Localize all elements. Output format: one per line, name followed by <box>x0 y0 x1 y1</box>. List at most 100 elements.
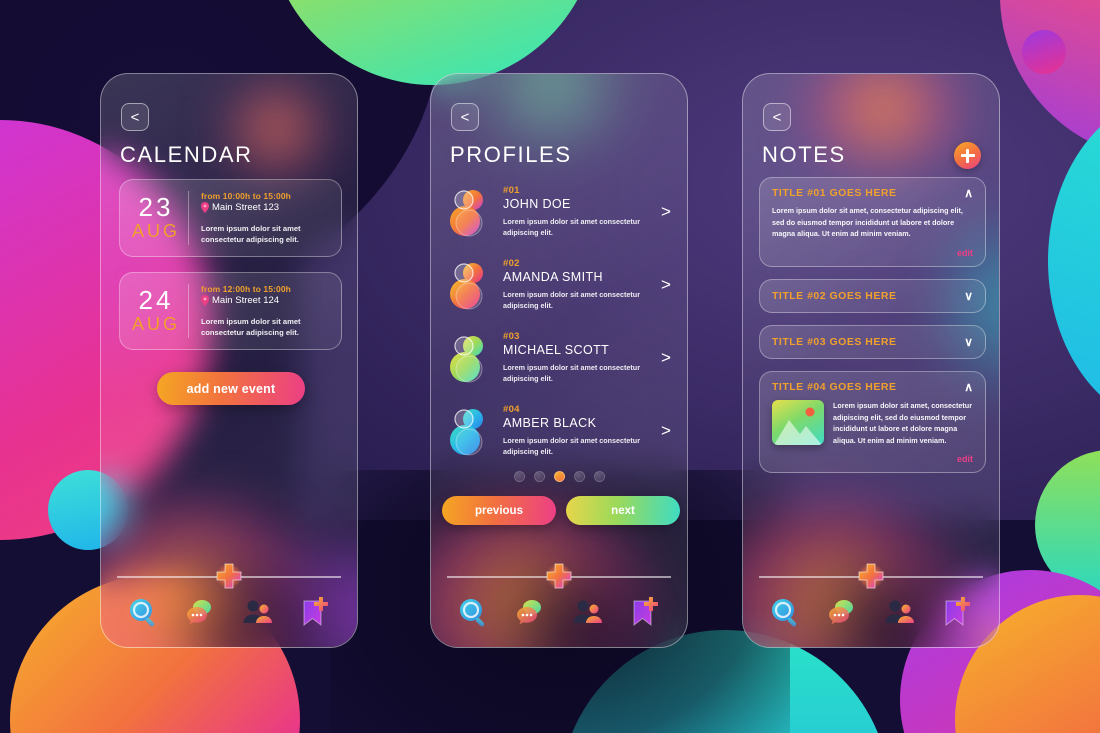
plus-icon <box>858 563 884 589</box>
back-button-notes[interactable]: < <box>763 103 791 131</box>
pagination-dot[interactable] <box>533 471 545 482</box>
profile-description: Lorem ipsum dolor sit amet consectetur a… <box>503 436 640 456</box>
nav-chat-button[interactable] <box>824 594 862 632</box>
back-chevron-icon: < <box>772 108 782 126</box>
nav-center-plus-button[interactable] <box>853 558 889 594</box>
event-details: from 12:00h to 15:00h Main Street 124 Lo… <box>189 284 341 338</box>
location-pin-icon <box>201 202 209 213</box>
event-card[interactable]: 24 AUG from 12:00h to 15:00h Main Street… <box>119 272 342 350</box>
event-card[interactable]: 23 AUG from 10:00h to 15:00h Main Street… <box>119 179 342 257</box>
note-edit-link[interactable]: edit <box>772 248 973 258</box>
bottom-navigation <box>431 594 687 632</box>
chat-bubbles-icon <box>186 600 211 625</box>
location-pin-icon <box>201 295 209 306</box>
nav-search-button[interactable] <box>767 594 805 632</box>
profile-row[interactable]: #03 MICHAEL SCOTT Lorem ipsum dolor sit … <box>445 322 677 394</box>
event-location-text: Main Street 124 <box>212 295 280 306</box>
nav-chat-button[interactable] <box>512 594 550 632</box>
bookmark-add-icon <box>945 597 970 627</box>
nav-users-button[interactable] <box>569 594 607 632</box>
nav-users-button[interactable] <box>239 594 277 632</box>
profile-chevron-right-icon[interactable]: > <box>655 421 677 441</box>
event-date: 24 AUG <box>120 287 188 336</box>
profile-row[interactable]: #01 JOHN DOE Lorem ipsum dolor sit amet … <box>445 176 677 248</box>
chevron-up-icon[interactable]: ∧ <box>964 381 973 393</box>
avatar <box>445 333 495 383</box>
profile-row[interactable]: #04 AMBER BLACK Lorem ipsum dolor sit am… <box>445 395 677 467</box>
profile-info: #03 MICHAEL SCOTT Lorem ipsum dolor sit … <box>495 331 655 385</box>
note-header: TITLE #04 GOES HERE ∧ <box>772 381 973 393</box>
pagination-dot[interactable] <box>593 471 605 482</box>
note-body: Lorem ipsum dolor sit amet, consectetur … <box>772 206 963 239</box>
profile-description: Lorem ipsum dolor sit amet consectetur a… <box>503 363 640 383</box>
profile-description: Lorem ipsum dolor sit amet consectetur a… <box>503 217 640 237</box>
back-button-calendar[interactable]: < <box>121 103 149 131</box>
event-month: AUG <box>131 220 180 241</box>
note-title: TITLE #01 GOES HERE <box>772 187 897 199</box>
person-avatar-icon <box>450 263 483 310</box>
note-header: TITLE #03 GOES HERE ∨ <box>772 336 973 348</box>
profile-chevron-right-icon[interactable]: > <box>655 275 677 295</box>
chevron-down-icon[interactable]: ∨ <box>964 290 973 302</box>
bg-circle-small-magenta <box>1022 30 1066 74</box>
nav-search-button[interactable] <box>125 594 163 632</box>
users-icon <box>573 600 602 623</box>
person-avatar-icon <box>450 336 483 383</box>
pagination-dots <box>431 471 687 482</box>
pagination-dot-active[interactable] <box>553 471 565 482</box>
app-mockup-stage: < CALENDAR 23 AUG from 10:00h to 15:00h <box>0 0 1100 733</box>
event-location-text: Main Street 123 <box>212 202 280 213</box>
bottom-navigation <box>743 594 999 632</box>
event-day: 24 <box>138 284 174 315</box>
profile-chevron-right-icon[interactable]: > <box>655 202 677 222</box>
nav-search-button[interactable] <box>455 594 493 632</box>
chevron-down-icon[interactable]: ∨ <box>964 336 973 348</box>
bookmark-add-icon <box>303 597 328 627</box>
avatar <box>445 260 495 310</box>
profile-row[interactable]: #02 AMANDA SMITH Lorem ipsum dolor sit a… <box>445 249 677 321</box>
bookmark-add-icon <box>633 597 658 627</box>
note-card[interactable]: TITLE #01 GOES HERE ∧ Lorem ipsum dolor … <box>759 177 986 267</box>
note-card[interactable]: TITLE #03 GOES HERE ∨ <box>759 325 986 359</box>
notes-panel: < NOTES TITLE #01 GOES HERE ∧ Lorem ipsu… <box>742 73 1000 648</box>
chevron-up-icon[interactable]: ∧ <box>964 187 973 199</box>
note-card[interactable]: TITLE #02 GOES HERE ∨ <box>759 279 986 313</box>
profiles-panel: < PROFILES #01 JOHN DOE Lorem ipsum dolo… <box>430 73 688 648</box>
event-description: Lorem ipsum dolor sit amet consectetur a… <box>201 317 301 337</box>
back-button-profiles[interactable]: < <box>451 103 479 131</box>
plus-icon <box>216 563 242 589</box>
nav-center-plus-button[interactable] <box>211 558 247 594</box>
note-card[interactable]: TITLE #04 GOES HERE ∧ Lorem ipsum dolor … <box>759 371 986 474</box>
nav-center-plus-button[interactable] <box>541 558 577 594</box>
event-location: Main Street 123 <box>201 202 341 213</box>
page-title-notes: NOTES <box>762 142 846 167</box>
chat-bubbles-icon <box>828 600 853 625</box>
nav-bookmark-add-button[interactable] <box>296 594 334 632</box>
image-placeholder-icon <box>774 407 822 445</box>
note-title: TITLE #03 GOES HERE <box>772 336 897 348</box>
note-edit-link[interactable]: edit <box>772 454 973 464</box>
event-day: 23 <box>138 191 174 222</box>
add-note-button[interactable] <box>954 142 981 169</box>
profile-chevron-right-icon[interactable]: > <box>655 348 677 368</box>
profile-info: #01 JOHN DOE Lorem ipsum dolor sit amet … <box>495 185 655 239</box>
search-icon <box>129 599 154 627</box>
next-button[interactable]: next <box>566 496 680 525</box>
pagination-dot[interactable] <box>573 471 585 482</box>
profile-name: AMANDA SMITH <box>503 270 603 285</box>
nav-bookmark-add-button[interactable] <box>626 594 664 632</box>
event-time: from 10:00h to 15:00h <box>201 191 291 201</box>
nav-users-button[interactable] <box>881 594 919 632</box>
note-header: TITLE #01 GOES HERE ∧ <box>772 187 973 199</box>
avatar <box>445 406 495 456</box>
add-new-event-button[interactable]: add new event <box>157 372 305 405</box>
nav-chat-button[interactable] <box>182 594 220 632</box>
note-header: TITLE #02 GOES HERE ∨ <box>772 290 973 302</box>
note-body: Lorem ipsum dolor sit amet, consectetur … <box>833 401 972 445</box>
nav-bookmark-add-button[interactable] <box>938 594 976 632</box>
previous-button[interactable]: previous <box>442 496 556 525</box>
note-content-with-image: Lorem ipsum dolor sit amet, consectetur … <box>772 400 973 446</box>
note-thumbnail <box>772 400 824 445</box>
profile-name: JOHN DOE <box>503 197 571 212</box>
pagination-dot[interactable] <box>513 471 525 482</box>
